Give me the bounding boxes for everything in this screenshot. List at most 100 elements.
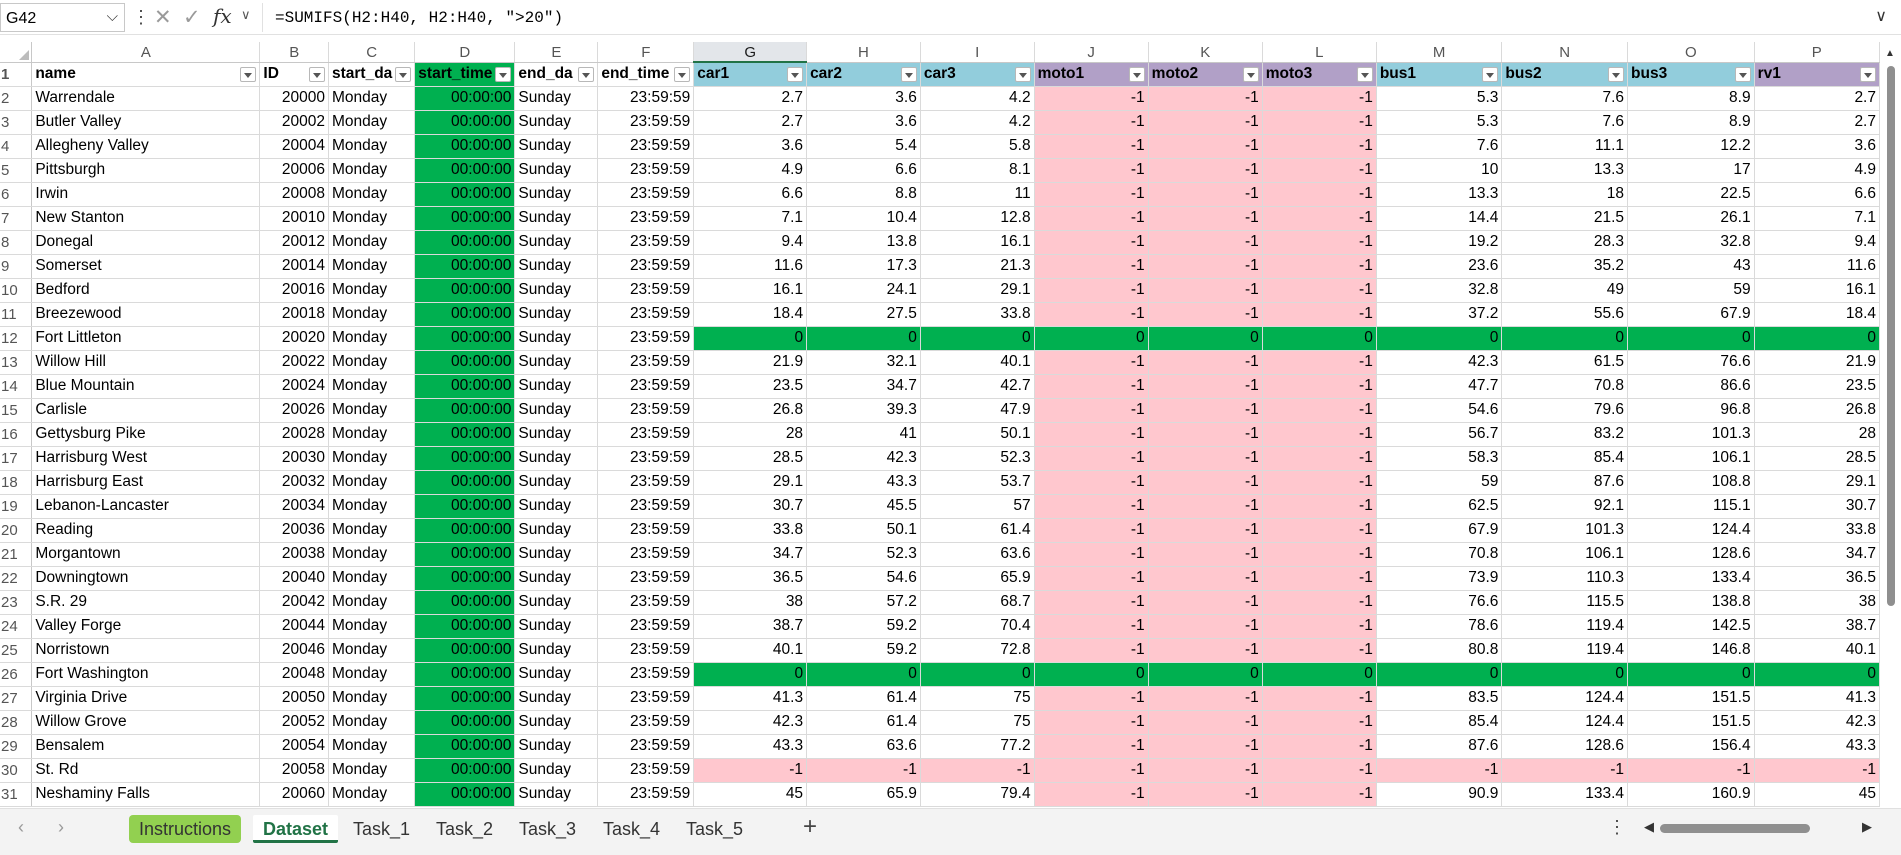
cell-value[interactable]: 70.4 — [920, 614, 1035, 639]
name-box[interactable]: G42 ⌵ — [0, 3, 125, 32]
filter-dropdown-icon[interactable] — [495, 66, 512, 82]
cell-value[interactable]: 4.2 — [920, 86, 1035, 111]
cell-value[interactable]: 42.3 — [693, 710, 808, 735]
cell-value[interactable]: -1 — [1034, 566, 1149, 591]
filter-dropdown-icon[interactable] — [1608, 66, 1625, 82]
cell-value[interactable]: 61.4 — [920, 518, 1035, 543]
cell-start-day[interactable]: Monday — [328, 638, 416, 663]
cell-value[interactable]: 38 — [693, 590, 808, 615]
cell-end-time[interactable]: 23:59:59 — [597, 134, 695, 159]
cell-value[interactable]: -1 — [1148, 614, 1263, 639]
cell-value[interactable]: 0 — [1262, 326, 1377, 351]
row-header[interactable]: 14 — [0, 374, 33, 399]
cell-name[interactable]: Willow Hill — [31, 350, 261, 375]
cell-id[interactable]: 20004 — [259, 134, 329, 159]
cell-start-day[interactable]: Monday — [328, 134, 416, 159]
cell-value[interactable]: -1 — [1262, 134, 1377, 159]
column-header-p[interactable]: P — [1754, 42, 1880, 63]
cell-start-time[interactable]: 00:00:00 — [414, 158, 516, 183]
cell-name[interactable]: Neshaminy Falls — [31, 782, 261, 807]
cell-value[interactable]: 61.4 — [806, 686, 921, 711]
cell-value[interactable]: 49 — [1501, 278, 1629, 303]
cell-value[interactable]: 58.3 — [1376, 446, 1503, 471]
cell-value[interactable]: -1 — [1034, 374, 1149, 399]
cell-value[interactable]: 77.2 — [920, 734, 1035, 759]
scroll-left-icon[interactable]: ◀ — [1644, 819, 1654, 835]
cell-value[interactable]: 101.3 — [1501, 518, 1629, 543]
cell-start-time[interactable]: 00:00:00 — [414, 182, 516, 207]
cell-value[interactable]: -1 — [1034, 254, 1149, 279]
previous-sheet-icon[interactable]: ‹ — [18, 817, 24, 838]
cell-end-time[interactable]: 23:59:59 — [597, 494, 695, 519]
cell-value[interactable]: -1 — [1148, 278, 1263, 303]
cell-name[interactable]: Allegheny Valley — [31, 134, 261, 159]
cell-value[interactable]: 0 — [1148, 326, 1263, 351]
cell-value[interactable]: -1 — [1034, 182, 1149, 207]
cell-value[interactable]: 151.5 — [1627, 686, 1755, 711]
cell-start-time[interactable]: 00:00:00 — [414, 278, 516, 303]
cell-value[interactable]: 24.1 — [806, 278, 921, 303]
cell-value[interactable]: 2.7 — [1754, 110, 1880, 135]
cell-end-day[interactable]: Sunday — [514, 86, 599, 111]
cell-value[interactable]: 3.6 — [693, 134, 808, 159]
row-header[interactable]: 6 — [0, 182, 33, 207]
cell-value[interactable]: -1 — [1754, 758, 1880, 783]
cell-value[interactable]: 40.1 — [693, 638, 808, 663]
cell-start-day[interactable]: Monday — [328, 518, 416, 543]
cell-value[interactable]: -1 — [1148, 182, 1263, 207]
cell-value[interactable]: 0 — [1754, 326, 1880, 351]
cell-id[interactable]: 20022 — [259, 350, 329, 375]
cell-end-time[interactable]: 23:59:59 — [597, 302, 695, 327]
cell-value[interactable]: 57.2 — [806, 590, 921, 615]
add-sheet-icon[interactable]: + — [803, 813, 817, 841]
cell-end-time[interactable]: 23:59:59 — [597, 566, 695, 591]
cell-id[interactable]: 20040 — [259, 566, 329, 591]
row-header[interactable]: 20 — [0, 518, 33, 543]
cell-value[interactable]: 9.4 — [693, 230, 808, 255]
cell-value[interactable]: -1 — [1034, 422, 1149, 447]
cell-start-day[interactable]: Monday — [328, 278, 416, 303]
cell-value[interactable]: 34.7 — [693, 542, 808, 567]
cell-value[interactable]: 59.2 — [806, 638, 921, 663]
column-header-f[interactable]: F — [597, 42, 695, 63]
cell-value[interactable]: 54.6 — [1376, 398, 1503, 423]
cell-value[interactable]: -1 — [1148, 302, 1263, 327]
cell-end-day[interactable]: Sunday — [514, 302, 599, 327]
cell-value[interactable]: 43 — [1627, 254, 1755, 279]
cell-value[interactable]: -1 — [1627, 758, 1755, 783]
cell-value[interactable]: 70.8 — [1501, 374, 1629, 399]
cell-value[interactable]: -1 — [1034, 110, 1149, 135]
cell-value[interactable]: 119.4 — [1501, 638, 1629, 663]
cell-start-day[interactable]: Monday — [328, 590, 416, 615]
cell-end-time[interactable]: 23:59:59 — [597, 710, 695, 735]
column-header-l[interactable]: L — [1262, 42, 1377, 63]
cell-start-time[interactable]: 00:00:00 — [414, 758, 516, 783]
cell-name[interactable]: Bedford — [31, 278, 261, 303]
formula-input[interactable]: =SUMIFS(H2:H40, H2:H40, ">20") — [262, 3, 1862, 32]
cell-value[interactable]: 37.2 — [1376, 302, 1503, 327]
column-header-b[interactable]: B — [259, 42, 329, 63]
cell-value[interactable]: 33.8 — [1754, 518, 1880, 543]
cell-start-time[interactable]: 00:00:00 — [414, 614, 516, 639]
cell-id[interactable]: 20050 — [259, 686, 329, 711]
cell-start-time[interactable]: 00:00:00 — [414, 782, 516, 807]
cell-name[interactable]: Irwin — [31, 182, 261, 207]
cell-value[interactable]: 124.4 — [1501, 710, 1629, 735]
cell-id[interactable]: 20000 — [259, 86, 329, 111]
cell-value[interactable]: -1 — [1034, 398, 1149, 423]
cell-value[interactable]: 59.2 — [806, 614, 921, 639]
cell-value[interactable]: 57 — [920, 494, 1035, 519]
cell-value[interactable]: 23.6 — [1376, 254, 1503, 279]
cell-value[interactable]: 13.3 — [1501, 158, 1629, 183]
cell-value[interactable]: 47.7 — [1376, 374, 1503, 399]
cell-name[interactable]: Bensalem — [31, 734, 261, 759]
cell-end-time[interactable]: 23:59:59 — [597, 542, 695, 567]
row-header[interactable]: 11 — [0, 302, 33, 327]
cell-value[interactable]: 11.6 — [693, 254, 808, 279]
cell-value[interactable]: 14.4 — [1376, 206, 1503, 231]
row-header[interactable]: 23 — [0, 590, 33, 615]
cell-value[interactable]: -1 — [1034, 686, 1149, 711]
column-header-d[interactable]: D — [414, 42, 516, 63]
cell-name[interactable]: Fort Washington — [31, 662, 261, 687]
cell-value[interactable]: 63.6 — [806, 734, 921, 759]
